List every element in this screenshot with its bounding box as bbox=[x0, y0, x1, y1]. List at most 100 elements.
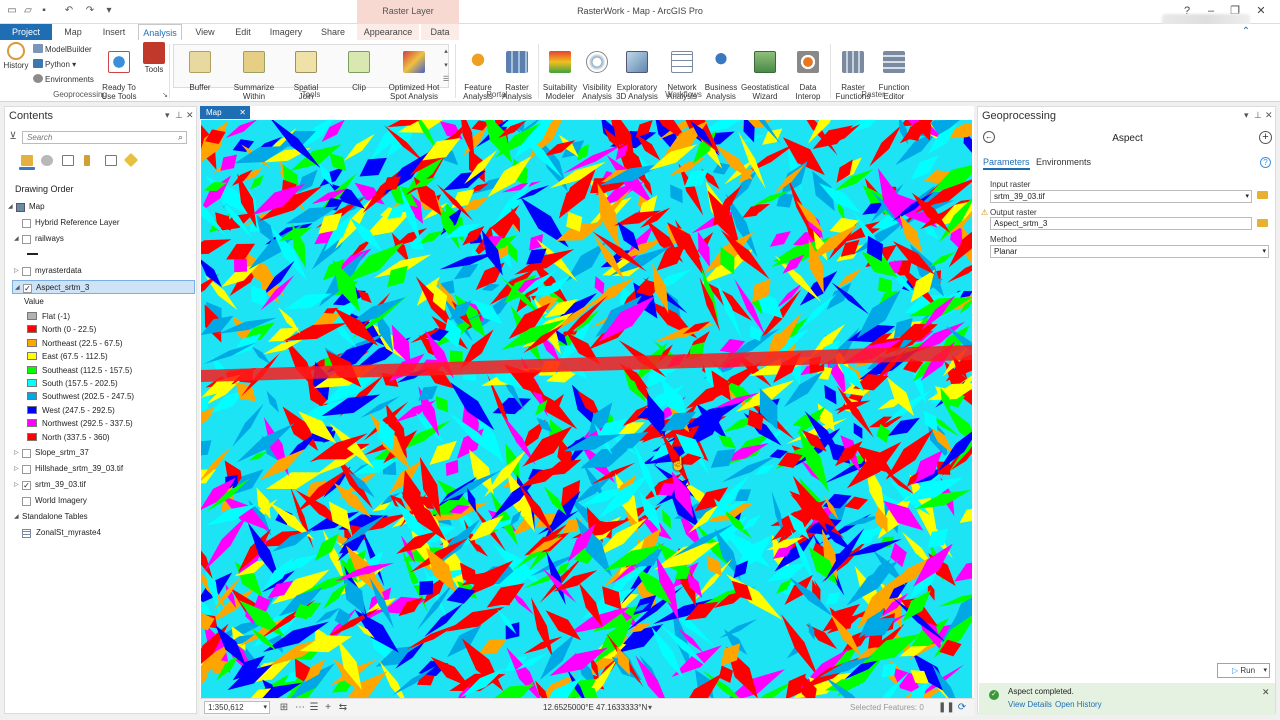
list-by-selection-icon[interactable] bbox=[62, 155, 74, 166]
list-by-editing-icon[interactable] bbox=[84, 155, 90, 166]
tab-data[interactable]: Data bbox=[421, 24, 459, 40]
navigate-icon[interactable]: ⇆ bbox=[337, 702, 349, 714]
view-details-link[interactable]: View Details bbox=[1008, 700, 1052, 709]
close-pane-icon[interactable]: ✕ bbox=[186, 110, 194, 121]
browse-folder-icon[interactable] bbox=[1257, 191, 1268, 199]
help-icon[interactable]: ? bbox=[1260, 157, 1271, 168]
layer-visibility-checkbox[interactable]: ✓ bbox=[23, 284, 32, 293]
list-by-snapping-icon[interactable] bbox=[105, 155, 117, 166]
tab-parameters[interactable]: Parameters bbox=[983, 157, 1030, 170]
tab-appearance[interactable]: Appearance bbox=[357, 24, 419, 40]
layer-visibility-checkbox[interactable] bbox=[22, 219, 31, 228]
open-history-link[interactable]: Open History bbox=[1055, 700, 1102, 709]
toc-layer[interactable]: ▷ Slope_srtm_37 bbox=[5, 446, 196, 460]
list-by-drawing-order-icon[interactable] bbox=[21, 155, 33, 166]
legend-swatch[interactable] bbox=[27, 379, 37, 387]
clip-button[interactable]: Clip bbox=[340, 42, 378, 92]
python-button[interactable]: Python ▾ bbox=[33, 59, 76, 70]
environments-button[interactable]: Environments bbox=[33, 74, 94, 85]
toc-layer[interactable]: ▷ Hillshade_srtm_39_03.tif bbox=[5, 462, 196, 476]
legend-swatch[interactable] bbox=[27, 352, 37, 361]
legend-swatch[interactable] bbox=[27, 325, 37, 334]
toc-map[interactable]: ◢ Map bbox=[5, 200, 196, 214]
legend-swatch[interactable] bbox=[27, 419, 37, 428]
modelbuilder-button[interactable]: ModelBuilder bbox=[33, 44, 92, 55]
collapse-arrow-icon[interactable]: ◢ bbox=[14, 232, 19, 246]
output-raster-field[interactable]: Aspect_srtm_3 bbox=[990, 217, 1252, 230]
pin-icon[interactable]: ⊥ bbox=[1254, 110, 1262, 121]
expand-arrow-icon[interactable]: ▷ bbox=[14, 478, 19, 492]
tab-insert[interactable]: Insert bbox=[96, 24, 132, 40]
expand-arrow-icon[interactable]: ▷ bbox=[14, 446, 19, 460]
chevron-down-icon[interactable]: ▾ bbox=[1262, 246, 1266, 257]
chevron-down-icon[interactable]: ▾ bbox=[1245, 191, 1249, 202]
tab-view[interactable]: View bbox=[190, 24, 220, 40]
layer-visibility-checkbox[interactable] bbox=[22, 449, 31, 458]
toc-layer[interactable]: World Imagery bbox=[5, 494, 196, 508]
legend-swatch[interactable] bbox=[27, 365, 37, 374]
pause-drawing-icon[interactable]: ❚❚ bbox=[938, 702, 955, 714]
expand-arrow-icon[interactable]: ▷ bbox=[14, 462, 19, 476]
scale-dropdown[interactable]: 1:350,612 ▾ bbox=[204, 701, 270, 714]
gallery-expand-icon[interactable]: ☰ bbox=[440, 74, 452, 86]
tab-analysis[interactable]: Analysis bbox=[138, 24, 182, 40]
chevron-down-icon[interactable]: ▾ bbox=[1263, 664, 1267, 677]
tab-map[interactable]: Map bbox=[58, 24, 88, 40]
toc-layer-selected[interactable]: ◢ ✓ Aspect_srtm_3 bbox=[12, 280, 195, 294]
fixed-zoom-icon[interactable]: ⊞ bbox=[278, 702, 290, 714]
grid-icon[interactable]: ⋯ bbox=[294, 702, 306, 714]
close-button[interactable]: ✕ bbox=[1254, 4, 1268, 18]
collapse-arrow-icon[interactable]: ◢ bbox=[14, 510, 19, 524]
refresh-icon[interactable]: ⟳ bbox=[956, 702, 968, 714]
toc-layer[interactable]: ◢ railways bbox=[5, 232, 196, 246]
pane-options-icon[interactable]: ▾ bbox=[1244, 110, 1249, 121]
layer-visibility-checkbox[interactable] bbox=[22, 497, 31, 506]
collapse-arrow-icon[interactable]: ◢ bbox=[15, 281, 20, 295]
layer-visibility-checkbox[interactable] bbox=[22, 235, 31, 244]
run-button[interactable]: ▷ Run ▾ bbox=[1217, 663, 1270, 678]
toc-layer[interactable]: ▷ myrasterdata bbox=[5, 264, 196, 278]
legend-swatch[interactable] bbox=[27, 312, 37, 320]
legend-swatch[interactable] bbox=[27, 432, 37, 441]
input-raster-field[interactable]: srtm_39_03.tif ▾ bbox=[990, 190, 1252, 203]
chevron-down-icon[interactable]: ▾ bbox=[263, 702, 267, 713]
gallery-scroll-up-icon[interactable]: ▴ bbox=[440, 46, 452, 58]
tab-environments[interactable]: Environments bbox=[1036, 157, 1091, 167]
list-icon[interactable]: ☰ bbox=[308, 702, 320, 714]
list-by-labeling-icon[interactable] bbox=[123, 152, 139, 168]
history-button[interactable]: History bbox=[3, 42, 29, 70]
toc-layer[interactable]: ▷ ✓ srtm_39_03.tif bbox=[5, 478, 196, 492]
map-view-tab[interactable]: Map ✕ bbox=[200, 106, 250, 119]
aspect-raster-map[interactable]: ☝ bbox=[201, 120, 972, 698]
method-dropdown[interactable]: Planar ▾ bbox=[990, 245, 1269, 258]
list-by-data-source-icon[interactable] bbox=[41, 155, 53, 166]
tab-project[interactable]: Project bbox=[0, 24, 52, 40]
close-map-tab-icon[interactable]: ✕ bbox=[239, 106, 246, 119]
dismiss-icon[interactable]: ✕ bbox=[1262, 687, 1270, 698]
close-pane-icon[interactable]: ✕ bbox=[1265, 110, 1273, 121]
gallery-scroll-down-icon[interactable]: ▾ bbox=[440, 60, 452, 72]
pane-options-icon[interactable]: ▾ bbox=[165, 110, 170, 121]
tools-button[interactable]: Tools bbox=[142, 42, 166, 74]
legend-swatch[interactable] bbox=[27, 392, 37, 401]
chevron-down-icon[interactable]: ▾ bbox=[644, 702, 656, 714]
expand-arrow-icon[interactable]: ▷ bbox=[14, 264, 19, 278]
ribbon-minimize-icon[interactable]: ⌃ bbox=[1240, 26, 1252, 38]
layer-visibility-checkbox[interactable]: ✓ bbox=[22, 481, 31, 490]
legend-swatch[interactable] bbox=[27, 338, 37, 347]
toc-layer[interactable]: Hybrid Reference Layer bbox=[5, 216, 196, 230]
add-icon[interactable]: + bbox=[322, 702, 334, 714]
add-to-favorites-icon[interactable]: + bbox=[1259, 131, 1272, 144]
layer-visibility-checkbox[interactable] bbox=[22, 465, 31, 474]
tab-share[interactable]: Share bbox=[315, 24, 351, 40]
pin-icon[interactable]: ⊥ bbox=[175, 110, 183, 121]
toc-standalone-tables[interactable]: ◢ Standalone Tables bbox=[5, 510, 196, 524]
layer-visibility-checkbox[interactable] bbox=[22, 267, 31, 276]
legend-swatch[interactable] bbox=[27, 405, 37, 414]
search-icon[interactable]: ⌕ bbox=[178, 132, 183, 143]
buffer-button[interactable]: Buffer bbox=[180, 42, 220, 92]
toc-table[interactable]: ZonalSt_myraste4 bbox=[5, 526, 196, 540]
collapse-arrow-icon[interactable]: ◢ bbox=[8, 200, 13, 214]
contents-search-input[interactable]: Search ⌕ bbox=[22, 131, 187, 144]
filter-icon[interactable]: ⊻ bbox=[7, 131, 19, 143]
